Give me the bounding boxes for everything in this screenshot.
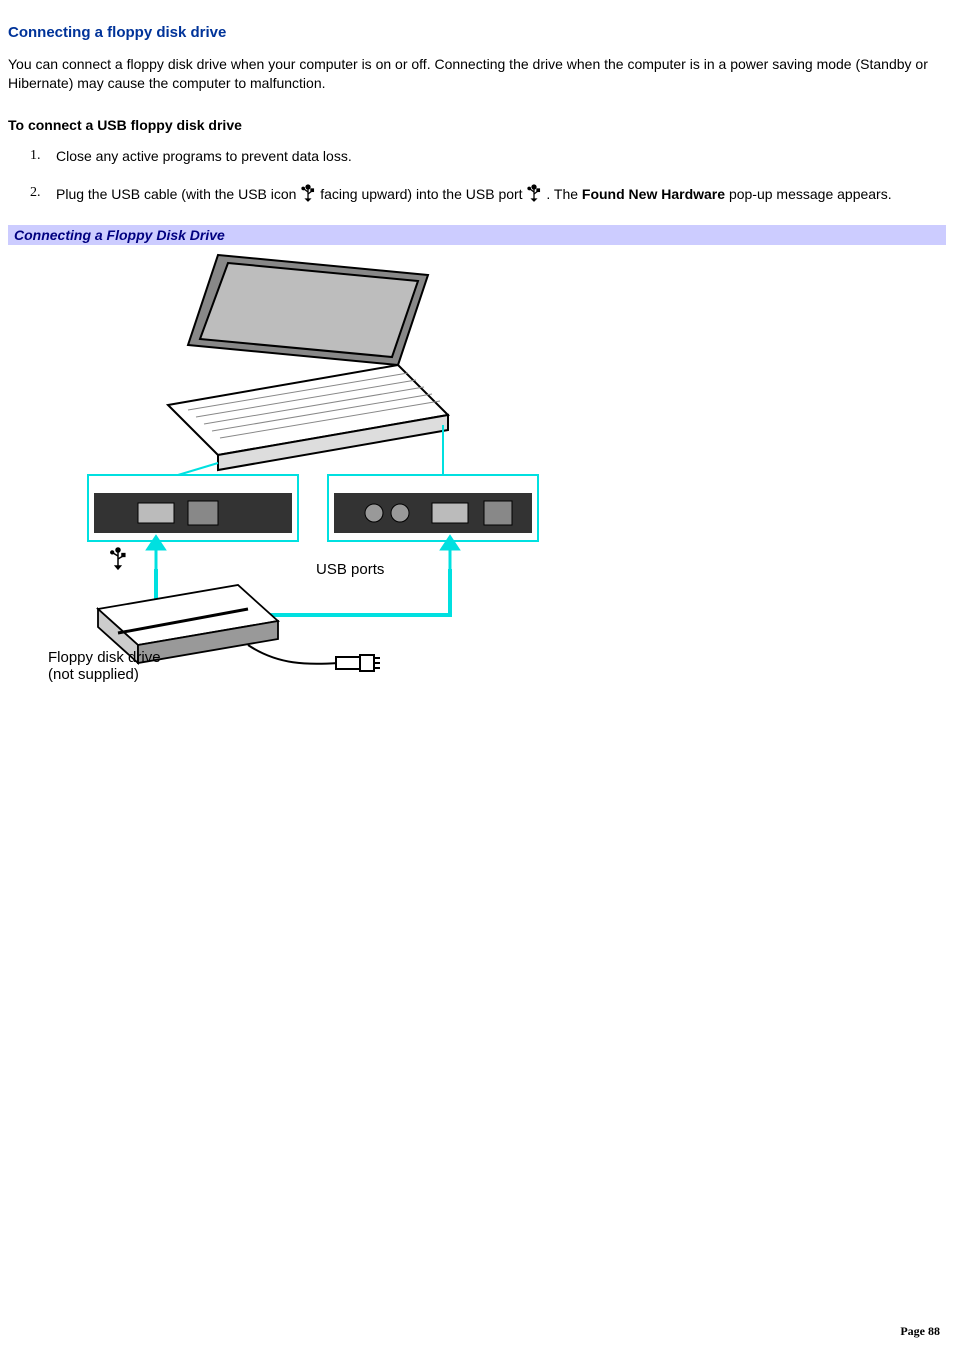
step-list: Close any active programs to prevent dat… <box>8 147 946 207</box>
figure-label-floppy: Floppy disk drive (not supplied) <box>48 649 161 684</box>
section-title: Connecting a floppy disk drive <box>8 24 946 41</box>
step-2-part-d: pop-up message appears. <box>729 186 892 202</box>
step-2-bold: Found New Hardware <box>582 186 725 202</box>
figure-label-usb-ports: USB ports <box>316 561 384 578</box>
step-2: Plug the USB cable (with the USB icon fa… <box>56 184 946 207</box>
page-number: Page 88 <box>900 1324 940 1339</box>
figure-label-floppy-line2: (not supplied) <box>48 666 139 683</box>
step-2-part-c: . The <box>546 186 582 202</box>
figure-illustration: USB ports Floppy disk drive (not supplie… <box>48 245 548 695</box>
step-2-part-a: Plug the USB cable (with the USB icon <box>56 186 300 202</box>
sub-heading: To connect a USB floppy disk drive <box>8 117 946 133</box>
step-1: Close any active programs to prevent dat… <box>56 147 946 166</box>
usb-icon <box>300 184 316 207</box>
usb-icon <box>526 184 542 207</box>
step-1-text: Close any active programs to prevent dat… <box>56 148 352 164</box>
intro-paragraph: You can connect a floppy disk drive when… <box>8 55 946 93</box>
figure-caption: Connecting a Floppy Disk Drive <box>8 225 946 245</box>
figure-label-floppy-line1: Floppy disk drive <box>48 649 161 666</box>
step-2-part-b: facing upward) into the USB port <box>320 186 526 202</box>
